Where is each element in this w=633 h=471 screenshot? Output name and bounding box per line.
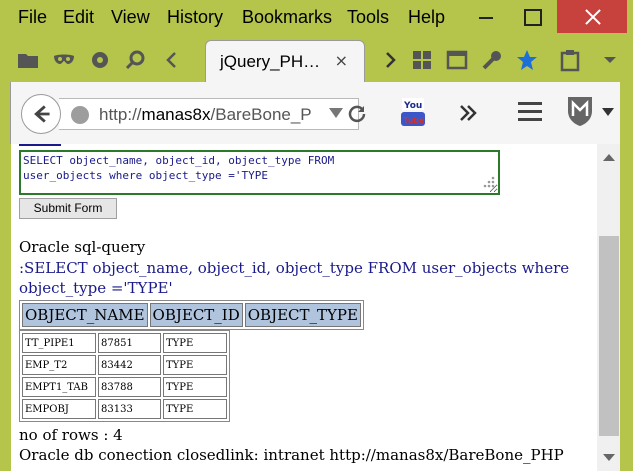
table-row: EMPT1_TAB 83788 TYPE bbox=[22, 377, 227, 397]
tab-title: jQuery_PH… bbox=[220, 52, 321, 71]
svg-text:You: You bbox=[403, 101, 422, 111]
menu-edit[interactable]: Edit bbox=[63, 7, 94, 28]
scrollbar-thumb[interactable] bbox=[599, 236, 619, 436]
browser-window: File Edit View History Bookmarks Tools H… bbox=[0, 0, 633, 471]
results-header-table: OBJECT_NAME OBJECT_ID OBJECT_TYPE bbox=[19, 300, 364, 330]
menu-bookmarks[interactable]: Bookmarks bbox=[242, 7, 332, 28]
bookmark-star-icon[interactable] bbox=[515, 48, 539, 72]
query-text-line-1: :SELECT object_name, object_id, object_t… bbox=[19, 259, 570, 277]
overflow-menu-icon[interactable] bbox=[598, 48, 622, 72]
sql-query-textarea[interactable]: SELECT object_name, object_id, object_ty… bbox=[19, 150, 500, 195]
cell-object-name: EMPT1_TAB bbox=[22, 377, 96, 397]
query-text-line-2: object_type ='TYPE' bbox=[19, 279, 173, 297]
navigation-bar: http://manas8x/BareBone_P You Tube bbox=[10, 82, 630, 144]
back-arrow-icon bbox=[34, 105, 50, 123]
cell-object-type: TYPE bbox=[163, 355, 227, 375]
cell-object-id: 83133 bbox=[98, 399, 161, 419]
window-icon[interactable] bbox=[445, 48, 469, 72]
youtube-addon-icon[interactable]: You Tube bbox=[399, 96, 427, 128]
hamburger-menu-icon[interactable] bbox=[517, 100, 543, 124]
table-row: EMPOBJ 83133 TYPE bbox=[22, 399, 227, 419]
mcafee-shield-icon[interactable] bbox=[566, 94, 594, 128]
resize-grip-icon[interactable] bbox=[479, 176, 495, 190]
addon-dropdown-icon[interactable] bbox=[601, 106, 615, 118]
reload-icon[interactable] bbox=[347, 104, 367, 124]
minimize-button[interactable] bbox=[463, 0, 509, 33]
mask-icon[interactable] bbox=[52, 48, 76, 72]
globe-icon bbox=[71, 106, 89, 124]
window-controls bbox=[463, 0, 633, 34]
search-icon[interactable] bbox=[124, 48, 148, 72]
window-border bbox=[620, 82, 633, 471]
maximize-button[interactable] bbox=[509, 0, 555, 33]
clipboard-icon[interactable] bbox=[558, 48, 582, 72]
cell-object-type: TYPE bbox=[163, 333, 227, 353]
table-row: EMP_T2 83442 TYPE bbox=[22, 355, 227, 375]
result-label: Oracle sql-query bbox=[19, 238, 146, 256]
menu-view[interactable]: View bbox=[111, 7, 150, 28]
menubar: File Edit View History Bookmarks Tools H… bbox=[0, 0, 470, 34]
cell-object-name: TT_PIPE1 bbox=[22, 333, 96, 353]
browser-tab[interactable]: jQuery_PH… × bbox=[205, 40, 365, 82]
scroll-up-icon[interactable] bbox=[603, 154, 615, 161]
submit-form-button[interactable]: Submit Form bbox=[19, 198, 117, 219]
grid-icon[interactable] bbox=[410, 48, 434, 72]
cell-object-type: TYPE bbox=[163, 377, 227, 397]
row-count-text: no of rows : 4 bbox=[19, 426, 123, 444]
results-data-table: TT_PIPE1 87851 TYPE EMP_T2 83442 TYPE EM… bbox=[19, 330, 230, 422]
table-row: TT_PIPE1 87851 TYPE bbox=[22, 333, 227, 353]
cell-object-name: EMPOBJ bbox=[22, 399, 96, 419]
partial-link-underline bbox=[19, 144, 61, 146]
cell-object-id: 83788 bbox=[98, 377, 161, 397]
back-button[interactable] bbox=[21, 94, 61, 134]
menu-file[interactable]: File bbox=[18, 7, 47, 28]
cell-object-id: 83442 bbox=[98, 355, 161, 375]
cell-object-name: EMP_T2 bbox=[22, 355, 96, 375]
svg-text:Tube: Tube bbox=[403, 116, 425, 125]
page-content: SELECT object_name, object_id, object_ty… bbox=[11, 144, 597, 471]
vertical-scrollbar[interactable] bbox=[597, 144, 621, 471]
close-icon[interactable]: × bbox=[335, 51, 348, 70]
menu-help[interactable]: Help bbox=[408, 7, 445, 28]
cell-object-id: 87851 bbox=[98, 333, 161, 353]
gear-icon[interactable] bbox=[88, 48, 112, 72]
header-object-id: OBJECT_ID bbox=[149, 303, 243, 327]
overflow-chevrons-icon[interactable] bbox=[457, 102, 479, 124]
wrench-icon[interactable] bbox=[480, 48, 504, 72]
menu-history[interactable]: History bbox=[167, 7, 223, 28]
cell-object-type: TYPE bbox=[163, 399, 227, 419]
url-dropdown-icon[interactable] bbox=[329, 108, 343, 118]
header-object-type: OBJECT_TYPE bbox=[244, 303, 361, 327]
header-object-name: OBJECT_NAME bbox=[22, 303, 148, 327]
url-text: http://manas8x/BareBone_P bbox=[99, 105, 312, 124]
folder-icon[interactable] bbox=[16, 48, 40, 72]
tab-scroll-left-icon[interactable] bbox=[160, 48, 184, 72]
tab-scroll-right-icon[interactable] bbox=[378, 48, 402, 72]
menu-tools[interactable]: Tools bbox=[347, 7, 389, 28]
url-bar[interactable]: http://manas8x/BareBone_P bbox=[59, 98, 366, 130]
scroll-down-icon[interactable] bbox=[603, 454, 615, 461]
window-close-button[interactable] bbox=[557, 0, 627, 33]
connection-status-text: Oracle db conection closedlink: intranet… bbox=[19, 446, 564, 464]
